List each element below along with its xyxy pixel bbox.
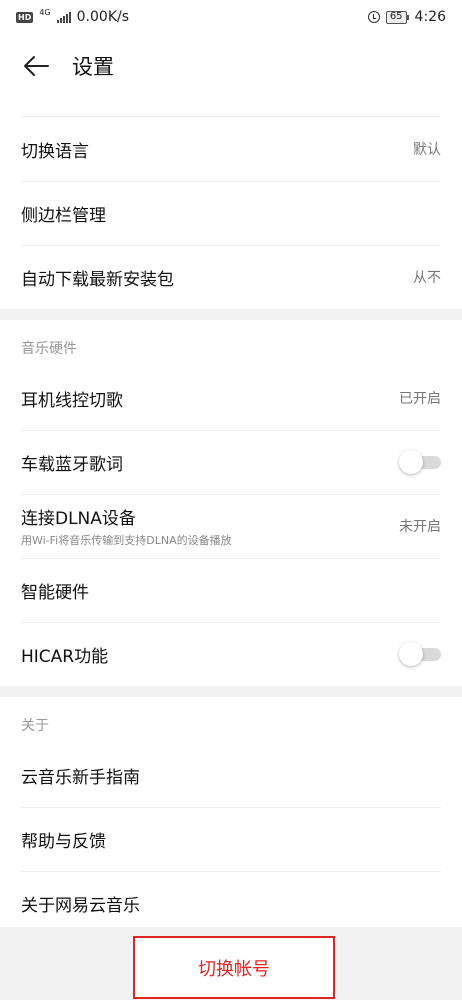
switch-account-button[interactable]: 切换帐号 [133, 936, 335, 999]
page-title: 设置 [72, 55, 114, 79]
setting-headset-control[interactable]: 耳机线控切歌 已开启 [0, 366, 462, 430]
network-type: 4G [39, 8, 51, 17]
setting-sidebar-management[interactable]: 侧边栏管理 [0, 181, 462, 245]
battery-level: 65 [389, 11, 403, 22]
setting-label: 帮助与反馈 [21, 831, 106, 852]
app-header: 设置 [0, 34, 462, 98]
setting-about-app[interactable]: 关于网易云音乐 [0, 871, 462, 935]
setting-value: 默认 [413, 142, 441, 158]
setting-label: 车载蓝牙歌词 [21, 454, 123, 475]
section-gap [0, 309, 462, 320]
status-bar: HD 4G 0.00K/s 65 4:26 [0, 0, 462, 34]
toggle-knob [399, 450, 423, 474]
setting-smart-hardware[interactable]: 智能硬件 [0, 558, 462, 622]
section-gap [0, 686, 462, 697]
setting-help-feedback[interactable]: 帮助与反馈 [0, 807, 462, 871]
hd-icon: HD [16, 11, 34, 23]
section-title-hardware: 音乐硬件 [21, 341, 77, 357]
back-arrow-icon [24, 56, 49, 76]
setting-value: 未开启 [399, 519, 441, 535]
setting-sublabel: 用Wi-Fi将音乐传输到支持DLNA的设备播放 [21, 534, 232, 547]
signal-icon [56, 11, 71, 23]
setting-auto-download[interactable]: 自动下载最新安装包 从不 [0, 245, 462, 309]
setting-label: 关于网易云音乐 [21, 895, 140, 916]
switch-account-label: 切换帐号 [198, 958, 270, 980]
switch-account-area: 切换帐号 [0, 927, 462, 1000]
status-right: 65 4:26 [367, 9, 446, 25]
setting-label: 云音乐新手指南 [21, 767, 140, 788]
setting-text: 连接DLNA设备 用Wi-Fi将音乐传输到支持DLNA的设备播放 [21, 504, 232, 548]
setting-label: 自动下载最新安装包 [21, 269, 174, 290]
clock: 4:26 [414, 9, 446, 25]
section-title-about: 关于 [21, 718, 49, 734]
setting-label: HICAR功能 [21, 646, 109, 667]
setting-label: 连接DLNA设备 [21, 509, 136, 529]
alarm-icon [367, 11, 380, 23]
setting-switch-language[interactable]: 切换语言 默认 [0, 117, 462, 181]
setting-car-bluetooth-lyrics: 车载蓝牙歌词 [0, 430, 462, 494]
setting-beginner-guide[interactable]: 云音乐新手指南 [0, 743, 462, 807]
setting-hicar: HICAR功能 [0, 622, 462, 686]
hicar-toggle[interactable] [399, 641, 441, 667]
setting-label: 侧边栏管理 [21, 205, 106, 226]
back-button[interactable] [0, 34, 72, 98]
setting-label: 耳机线控切歌 [21, 390, 123, 411]
setting-value: 从不 [413, 270, 441, 286]
setting-dlna[interactable]: 连接DLNA设备 用Wi-Fi将音乐传输到支持DLNA的设备播放 未开启 [0, 494, 462, 558]
settings-list: 切换语言 默认 侧边栏管理 自动下载最新安装包 从不 音乐硬件 耳机线控切歌 已… [0, 116, 462, 935]
setting-value: 已开启 [399, 391, 441, 407]
battery-icon: 65 [385, 10, 409, 24]
car-lyrics-toggle[interactable] [399, 449, 441, 475]
status-left: HD 4G 0.00K/s [16, 9, 129, 25]
setting-label: 智能硬件 [21, 582, 89, 603]
network-speed: 0.00K/s [76, 9, 130, 25]
setting-label: 切换语言 [21, 141, 89, 162]
toggle-knob [399, 642, 423, 666]
